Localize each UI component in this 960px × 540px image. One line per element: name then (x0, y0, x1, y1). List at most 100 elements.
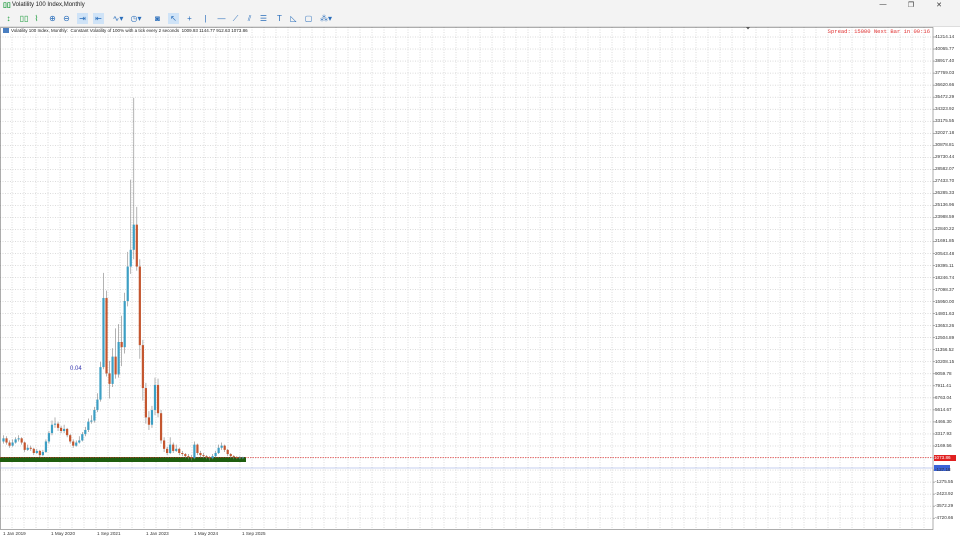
time-tick-label: 1 Jan 2023 (146, 531, 169, 536)
candle-bull (132, 224, 135, 250)
price-tick-label: 3317.93 (935, 430, 952, 436)
candle-bear (208, 457, 211, 459)
price-tick-label: 14801.63 (935, 310, 955, 316)
candle-bull (96, 399, 99, 411)
candle-bull (90, 420, 93, 422)
candle-bear (205, 456, 208, 458)
price-tick-label: 2169.56 (935, 442, 952, 448)
candle-bull (211, 456, 214, 459)
price-tick-label: 33175.55 (935, 118, 955, 124)
candle-bear (105, 297, 108, 374)
candle-bear (178, 448, 181, 454)
candle-bear (159, 413, 163, 441)
candle-bull (153, 384, 157, 411)
candle-bull (129, 249, 132, 267)
time-tick-label: 1 Sep 2025 (242, 531, 266, 536)
candle-bear (20, 438, 23, 443)
price-tick-label: 12504.89 (935, 334, 955, 340)
candle-bear (147, 417, 151, 425)
time-tick-label: 1 Sep 2021 (97, 531, 121, 536)
candle-bull (11, 442, 14, 446)
price-tick-label: 35472.29 (935, 94, 955, 100)
candle-bull (111, 356, 114, 384)
candle-bear (66, 428, 69, 436)
candle-bull (169, 444, 172, 454)
price-tick-label: 30878.81 (935, 142, 955, 148)
candle-bull (123, 301, 126, 348)
price-tick-label: 20543.48 (935, 250, 955, 256)
candle-bear (72, 441, 75, 446)
price-tick-label: -4720.66 (935, 515, 954, 521)
price-tick-label: 22840.22 (935, 226, 955, 232)
price-tick-label: 11356.52 (935, 346, 954, 352)
candle-bull (175, 448, 178, 451)
candle-bear (56, 423, 60, 428)
candle-bear (187, 456, 190, 458)
candle-bear (138, 266, 141, 346)
candle-bull (84, 429, 87, 435)
candle-bear (181, 453, 184, 455)
candle-bull (193, 444, 196, 459)
candle-bear (144, 388, 148, 418)
candle-bull (50, 424, 54, 434)
price-tick-label: 5614.67 (935, 406, 952, 412)
candle-bull (14, 439, 17, 443)
candle-bull (26, 447, 29, 450)
candle-bull (217, 447, 220, 454)
chart-shift-marker (746, 27, 750, 30)
price-tick-label: 26285.33 (935, 190, 955, 196)
candle-bull (93, 410, 96, 421)
candle-bear (184, 454, 187, 457)
candle-bear (196, 444, 199, 454)
candle-bull (75, 442, 78, 446)
candle-bull (47, 433, 51, 442)
candle-bear (229, 454, 232, 457)
price-tick-label: 27433.70 (935, 178, 955, 184)
price-tick-label: 34323.92 (935, 106, 955, 112)
current-price-label: 1073.86 (934, 455, 956, 461)
price-tick-label: -1275.55 (935, 479, 954, 485)
price-tick-label: -127.18 (935, 467, 951, 473)
spread-indicator: Spread: 15000 Next Bar in 00:16 (827, 28, 930, 35)
candle-bear (29, 447, 32, 449)
chart-icon (3, 28, 9, 34)
chart-text-label[interactable]: 0.04 (70, 366, 82, 372)
chart-canvas[interactable] (0, 0, 960, 540)
candle-bear (232, 456, 235, 458)
price-tick-label: 25136.96 (935, 202, 955, 208)
price-tick-label: 18246.74 (935, 274, 955, 280)
price-tick-label: 37769.03 (935, 70, 955, 76)
price-tick-label: 7911.41 (935, 382, 952, 388)
candle-bear (226, 449, 229, 455)
candle-bear (172, 444, 175, 451)
candle-bear (8, 442, 11, 446)
candle-bull (17, 438, 20, 440)
candle-bull (220, 445, 223, 448)
time-tick-label: 1 May 2024 (194, 531, 219, 536)
price-tick-label: 23988.59 (935, 214, 955, 220)
candle-bear (38, 450, 41, 456)
price-tick-label: 36620.66 (935, 82, 955, 88)
price-tick-label: 28582.07 (935, 166, 955, 172)
price-tick-label: -3572.29 (935, 503, 954, 509)
price-tick-label: 10208.15 (935, 358, 955, 364)
candle-bull (238, 457, 241, 459)
candle-bull (117, 341, 120, 375)
candle-bull (41, 451, 44, 456)
candle-bear (32, 448, 35, 454)
candle-bear (156, 384, 160, 414)
price-tick-label: 15950.00 (935, 298, 955, 304)
candle-bear (162, 440, 166, 449)
candle-bear (120, 341, 123, 348)
price-tick-label: 21691.85 (935, 238, 955, 244)
time-tick-label: 1 Jan 2019 (3, 531, 26, 536)
price-tick-label: -2423.92 (935, 491, 954, 497)
time-tick-label: 1 May 2020 (51, 531, 76, 536)
price-tick-label: 41214.14 (935, 34, 955, 39)
price-tick-label: 29730.44 (935, 154, 955, 160)
candle-bull (53, 423, 57, 425)
candle-bear (23, 442, 26, 450)
candle-bear (141, 345, 144, 389)
candle-bull (2, 438, 5, 442)
price-tick-label: 17098.37 (935, 286, 955, 292)
